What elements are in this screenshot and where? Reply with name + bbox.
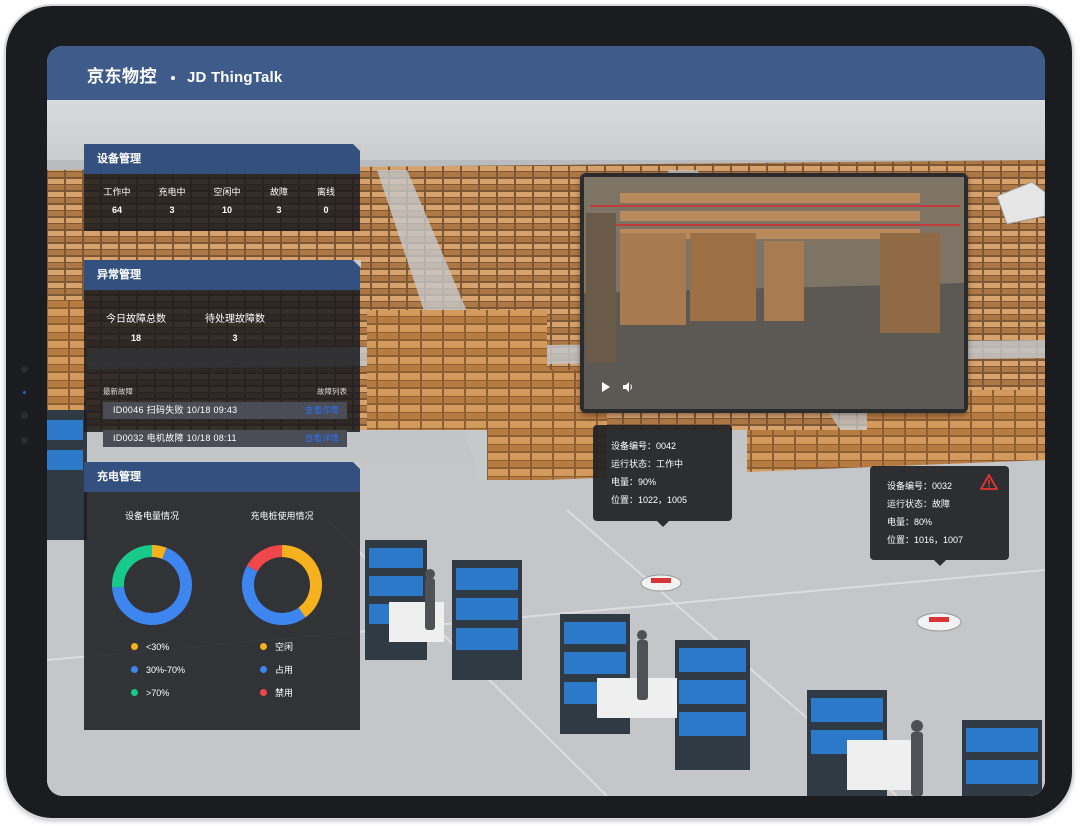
today-faults-value: 18 bbox=[130, 333, 141, 343]
legend-high: >70% bbox=[131, 687, 169, 699]
legend-dot bbox=[260, 689, 267, 697]
donut-segment-0 bbox=[281, 545, 322, 618]
pile-donut-chart bbox=[242, 545, 322, 625]
stat-label: 工作中 bbox=[103, 187, 131, 197]
device-tooltip-0032: 设备编号：0032 运行状态：故障 电量：80% 位置：1016，1007 bbox=[870, 466, 1009, 566]
battery-chart-title: 设备电量情况 bbox=[124, 511, 179, 521]
tablet-frame: 京东物控 JD ThingTalk 设备管理 工作中 64 充电中 3 空闲中 1… bbox=[6, 6, 1072, 818]
tooltip-line: 设备编号：0042 bbox=[611, 441, 677, 451]
tooltip-line: 电量：90% bbox=[611, 477, 657, 487]
stat-working: 工作中 64 bbox=[97, 185, 137, 215]
separator-dot bbox=[171, 75, 175, 80]
stat-charging: 充电中 3 bbox=[152, 185, 192, 215]
fault-management-panel: 异常管理 今日故障总数 18 待处理故障数 3 最新故障 故障列表 ID0046… bbox=[84, 260, 361, 447]
donut-segment-2 bbox=[246, 545, 283, 572]
legend-dot bbox=[260, 666, 267, 674]
legend-free: 空闲 bbox=[260, 641, 293, 653]
stat-label: 空闲中 bbox=[213, 187, 241, 197]
brand-subtitle: JD ThingTalk bbox=[187, 69, 283, 86]
brand-name: 京东物控 bbox=[87, 67, 157, 86]
pile-chart-title: 充电桩使用情况 bbox=[250, 511, 314, 521]
fault-list-link[interactable]: 故障列表 bbox=[317, 386, 347, 397]
legend-mid: 30%-70% bbox=[131, 664, 185, 676]
device-stats: 工作中 64 充电中 3 空闲中 10 故障 3 离线 0 bbox=[84, 174, 360, 231]
legend-low: <30% bbox=[131, 641, 169, 653]
tooltip-line: 运行状态：故障 bbox=[887, 499, 951, 509]
legend-label: 30%-70% bbox=[146, 665, 186, 675]
fault-row-text: ID0032 电机故障 10/18 08:11 bbox=[113, 433, 237, 443]
app-header: 京东物控 JD ThingTalk bbox=[47, 46, 1045, 100]
stat-idle: 空闲中 10 bbox=[207, 185, 247, 215]
stat-label: 离线 bbox=[316, 187, 335, 197]
legend-dot bbox=[131, 666, 138, 674]
battery-donut-chart bbox=[112, 545, 192, 625]
legend-occupied: 占用 bbox=[260, 664, 293, 676]
fault-row: ID0046 扫码失败 10/18 09:43 查看详情 bbox=[103, 402, 347, 419]
charge-panel-body: 设备电量情况 充电桩使用情况 <30% 30%-70% >70% 空闲 占用 禁… bbox=[84, 492, 360, 730]
tooltip-line: 位置：1016，1007 bbox=[887, 535, 964, 545]
device-panel-title: 设备管理 bbox=[84, 144, 361, 174]
latest-faults-label: 最新故障 bbox=[103, 387, 133, 396]
legend-dot bbox=[260, 643, 267, 651]
legend-dot bbox=[131, 689, 138, 697]
legend-label: 空闲 bbox=[275, 642, 294, 652]
stat-label: 故障 bbox=[269, 187, 288, 197]
fault-panel-title: 异常管理 bbox=[84, 260, 361, 290]
fault-detail-link[interactable]: 查看详情 bbox=[305, 430, 339, 447]
legend-dot bbox=[131, 643, 138, 651]
device-tooltip-0042: 设备编号：0042 运行状态：工作中 电量：90% 位置：1022，1005 bbox=[593, 425, 732, 527]
stat-value: 10 bbox=[221, 205, 232, 215]
video-frame bbox=[584, 177, 964, 409]
stat-fault: 故障 3 bbox=[259, 185, 299, 215]
stat-value: 3 bbox=[169, 205, 175, 215]
legend-label: 占用 bbox=[275, 665, 294, 675]
stat-value: 0 bbox=[323, 205, 329, 215]
pending-faults-label: 待处理故障数 bbox=[205, 314, 265, 325]
stat-label: 充电中 bbox=[158, 187, 186, 197]
play-icon[interactable] bbox=[602, 382, 610, 392]
tooltip-line: 位置：1022，1005 bbox=[611, 495, 688, 505]
warning-icon bbox=[980, 474, 998, 490]
tooltip-line: 运行状态：工作中 bbox=[611, 459, 684, 469]
charge-management-panel: 充电管理 设备电量情况 充电桩使用情况 <30% 30%-70% >70% 空闲… bbox=[84, 462, 361, 730]
pending-faults-value: 3 bbox=[232, 333, 238, 343]
stat-value: 64 bbox=[111, 205, 122, 215]
fault-row-text: ID0046 扫码失败 10/18 09:43 bbox=[113, 405, 238, 415]
donut-segment-0 bbox=[151, 545, 167, 560]
legend-label: >70% bbox=[146, 688, 170, 698]
legend-label: <30% bbox=[146, 642, 170, 652]
fault-detail-link[interactable]: 查看详情 bbox=[305, 402, 339, 419]
donut-segment-2 bbox=[112, 545, 153, 588]
donut-segment-1 bbox=[242, 565, 306, 625]
today-faults-label: 今日故障总数 bbox=[106, 314, 166, 325]
app-screen: 京东物控 JD ThingTalk 设备管理 工作中 64 充电中 3 空闲中 1… bbox=[47, 46, 1045, 796]
legend-disabled: 禁用 bbox=[260, 687, 293, 699]
fault-panel-body: 今日故障总数 18 待处理故障数 3 最新故障 故障列表 ID0046 扫码失败… bbox=[84, 290, 360, 447]
camera-video-player[interactable] bbox=[580, 173, 968, 413]
legend-label: 禁用 bbox=[275, 688, 294, 698]
stat-offline: 离线 0 bbox=[306, 185, 346, 215]
pending-faults: 待处理故障数 3 bbox=[195, 310, 275, 343]
fault-row: ID0032 电机故障 10/18 08:11 查看详情 bbox=[103, 430, 347, 447]
charge-panel-title: 充电管理 bbox=[84, 462, 361, 492]
bezel-sensors bbox=[21, 366, 29, 462]
device-management-panel: 设备管理 工作中 64 充电中 3 空闲中 10 故障 3 离线 0 bbox=[84, 144, 361, 231]
volume-icon[interactable] bbox=[623, 382, 633, 392]
stat-value: 3 bbox=[276, 205, 282, 215]
tooltip-line: 电量：80% bbox=[887, 517, 933, 527]
brand-title: 京东物控 JD ThingTalk bbox=[87, 62, 282, 87]
today-faults: 今日故障总数 18 bbox=[96, 310, 176, 343]
